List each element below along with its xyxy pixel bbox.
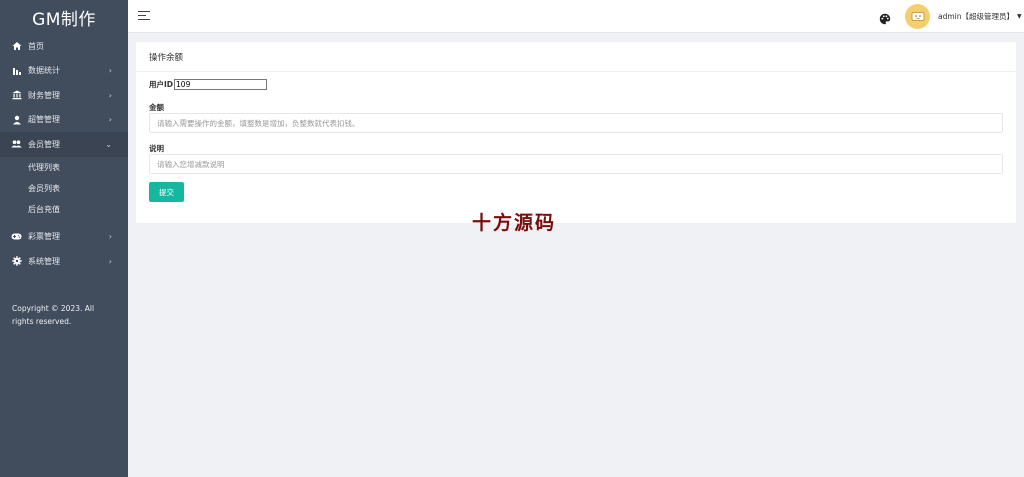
- sidebar-item-admins[interactable]: 超管管理 ›: [0, 108, 128, 133]
- chevron-right-icon: ›: [108, 256, 112, 266]
- chevron-right-icon: ›: [108, 66, 112, 76]
- menu-toggle-icon[interactable]: [138, 11, 150, 21]
- chevron-right-icon: ›: [108, 90, 112, 100]
- gear-icon: [11, 256, 22, 267]
- home-icon: [11, 41, 22, 52]
- members-submenu: 代理列表 会员列表 后台充值: [0, 157, 128, 220]
- bar-chart-icon: [11, 65, 22, 76]
- sidebar-subitem-member-list[interactable]: 会员列表: [0, 178, 128, 199]
- sidebar-item-label: 系统管理: [28, 256, 60, 266]
- sidebar-item-home[interactable]: 首页: [0, 34, 128, 59]
- sidebar-subitem-agent-list[interactable]: 代理列表: [0, 157, 128, 178]
- chevron-down-icon: ⌄: [105, 139, 112, 149]
- watermark-text: 十方源码: [472, 212, 557, 234]
- note-input[interactable]: [149, 154, 1003, 174]
- sidebar-item-statistics[interactable]: 数据统计 ›: [0, 59, 128, 84]
- sidebar-item-label: 首页: [28, 41, 44, 51]
- bank-icon: [11, 90, 22, 101]
- avatar[interactable]: [905, 4, 930, 29]
- userid-label: 用户ID: [149, 80, 174, 89]
- user-menu[interactable]: admin【超级管理员】 ▼: [938, 11, 1022, 22]
- chevron-right-icon: ›: [108, 232, 112, 242]
- sidebar-item-label: 会员管理: [28, 139, 60, 149]
- user-icon: [11, 114, 22, 125]
- userid-input[interactable]: [174, 79, 268, 90]
- sidebar: GM制作 首页 数据统计 › 财务管理 › 超管管理 › 会员管理 ⌄ 代理列表…: [0, 0, 128, 477]
- copyright-text: Copyright © 2023. All rights reserved.: [12, 304, 95, 326]
- sidebar-item-label: 超管管理: [28, 115, 60, 125]
- users-icon: [11, 139, 22, 150]
- sidebar-menu: 首页 数据统计 › 财务管理 › 超管管理 › 会员管理 ⌄ 代理列表 会员列表…: [0, 34, 128, 274]
- sidebar-item-label: 财务管理: [28, 90, 60, 100]
- caret-down-icon: ▼: [1017, 13, 1022, 20]
- gamepad-icon: [11, 231, 22, 242]
- sidebar-item-lottery[interactable]: 彩票管理 ›: [0, 225, 128, 250]
- sidebar-subitem-backend-recharge[interactable]: 后台充值: [0, 199, 128, 220]
- userid-row: 用户ID: [149, 79, 268, 90]
- submit-button[interactable]: 提交: [149, 182, 184, 202]
- sidebar-item-finance[interactable]: 财务管理 ›: [0, 83, 128, 108]
- sidebar-item-label: 彩票管理: [28, 232, 60, 242]
- app-logo[interactable]: GM制作: [0, 0, 128, 34]
- user-name-label: admin【超级管理员】: [938, 12, 1014, 21]
- palette-icon[interactable]: [879, 10, 891, 25]
- sidebar-item-label: 数据统计: [28, 66, 60, 76]
- sidebar-item-members[interactable]: 会员管理 ⌄: [0, 132, 128, 157]
- avatar-icon: [911, 12, 924, 21]
- amount-input[interactable]: [149, 113, 1003, 133]
- chevron-right-icon: ›: [108, 115, 112, 125]
- balance-operation-card: 操作余额 用户ID 金额 说明 提交: [136, 42, 1016, 223]
- sidebar-item-system[interactable]: 系统管理 ›: [0, 249, 128, 274]
- top-header: admin【超级管理员】 ▼: [128, 0, 1024, 33]
- amount-label: 金额: [149, 103, 164, 112]
- card-title: 操作余额: [136, 42, 1016, 72]
- note-label: 说明: [149, 144, 164, 153]
